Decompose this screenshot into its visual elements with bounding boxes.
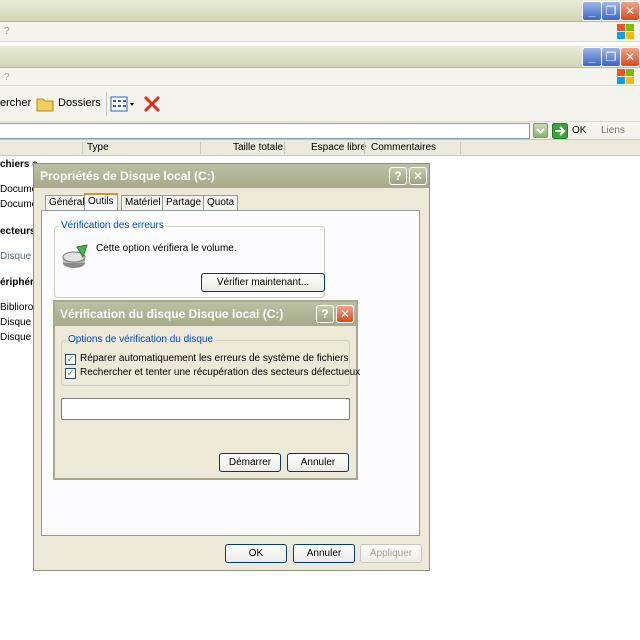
tab-hardware[interactable]: Matériel xyxy=(121,195,165,211)
address-input[interactable] xyxy=(0,123,530,139)
help-menu[interactable]: ? xyxy=(4,72,10,83)
maximize-button[interactable]: ❐ xyxy=(601,47,621,67)
column-free-space[interactable]: Espace libre xyxy=(311,142,366,153)
scan-sectors-checkbox[interactable]: ✓ xyxy=(65,368,76,379)
window1-titlebar: _ ❐ ✕ xyxy=(0,0,640,22)
error-check-group: Vérification des erreurs Cette option vé… xyxy=(54,220,325,298)
tab-quota[interactable]: Quota xyxy=(203,195,239,211)
check-disk-dialog: Vérification du disque Disque local (C:)… xyxy=(53,300,361,480)
help-button[interactable]: ? xyxy=(316,305,334,323)
delete-button[interactable] xyxy=(142,94,162,114)
go-arrow-icon xyxy=(552,123,568,139)
windows-logo-icon xyxy=(617,69,635,85)
folders-label: Dossiers xyxy=(58,97,101,109)
repair-errors-label: Réparer automatiquement les erreurs de s… xyxy=(80,353,349,364)
search-button[interactable]: ercher xyxy=(0,97,31,109)
disk-check-icon xyxy=(62,244,88,268)
column-headers: Type Taille totale Espace libre Commenta… xyxy=(0,140,640,156)
repair-errors-checkbox[interactable]: ✓ xyxy=(65,354,76,365)
go-label: OK xyxy=(572,125,587,136)
minimize-button[interactable]: _ xyxy=(582,1,602,21)
windows-logo-icon xyxy=(617,24,635,40)
views-icon xyxy=(110,96,134,112)
toolbar-separator xyxy=(106,92,107,116)
close-button[interactable]: ✕ xyxy=(409,167,427,185)
help-button[interactable]: ? xyxy=(389,167,407,185)
error-check-description: Cette option vérifiera le volume. xyxy=(96,243,237,254)
group-header-drives: ecteurs xyxy=(0,226,36,237)
ok-button[interactable]: OK xyxy=(225,544,287,563)
links-button[interactable]: Liens xyxy=(601,125,625,136)
maximize-button[interactable]: ❐ xyxy=(601,1,621,21)
group-label: Options de vérification du disque xyxy=(66,334,216,345)
group-label: Vérification des erreurs xyxy=(59,220,166,231)
column-type[interactable]: Type xyxy=(87,142,109,153)
column-comments[interactable]: Commentaires xyxy=(371,142,436,153)
delete-x-icon xyxy=(143,95,161,113)
cancel-button[interactable]: Annuler xyxy=(287,453,349,472)
properties-titlebar: Propriétés de Disque local (C:) ? ✕ xyxy=(34,164,429,188)
check-now-button[interactable]: Vérifier maintenant... xyxy=(201,273,325,292)
window2-menubar: ? xyxy=(0,68,640,86)
window1-menubar: ? xyxy=(0,22,640,42)
progress-bar xyxy=(61,398,350,420)
start-button[interactable]: Démarrer xyxy=(219,453,281,472)
properties-title: Propriétés de Disque local (C:) xyxy=(40,169,215,183)
close-button[interactable]: ✕ xyxy=(620,47,640,67)
check-disk-title: Vérification du disque Disque local (C:) xyxy=(60,307,284,321)
window2-titlebar: _ ❐ ✕ xyxy=(0,46,640,68)
views-button[interactable] xyxy=(110,95,138,113)
scan-sectors-label: Rechercher et tenter une récupération de… xyxy=(80,367,361,378)
address-dropdown-button[interactable] xyxy=(533,123,548,138)
folders-button[interactable]: Dossiers xyxy=(36,94,120,114)
close-button[interactable]: ✕ xyxy=(620,1,640,21)
address-bar: OK Liens xyxy=(0,122,640,140)
tab-general[interactable]: Général xyxy=(45,195,89,211)
apply-button[interactable]: Appliquer xyxy=(360,544,422,563)
folder-icon xyxy=(36,98,54,112)
minimize-button[interactable]: _ xyxy=(582,47,602,67)
close-button[interactable]: ✕ xyxy=(336,305,354,323)
cancel-button[interactable]: Annuler xyxy=(293,544,355,563)
column-total-size[interactable]: Taille totale xyxy=(233,142,283,153)
go-button[interactable]: OK xyxy=(552,123,596,139)
explorer-toolbar: ercher Dossiers xyxy=(0,86,640,122)
tab-sharing[interactable]: Partage xyxy=(162,195,206,211)
help-menu[interactable]: ? xyxy=(4,26,10,37)
check-disk-titlebar: Vérification du disque Disque local (C:)… xyxy=(55,302,356,326)
group-header-devices: ériphéri xyxy=(0,277,37,288)
chevron-down-icon xyxy=(536,128,545,134)
